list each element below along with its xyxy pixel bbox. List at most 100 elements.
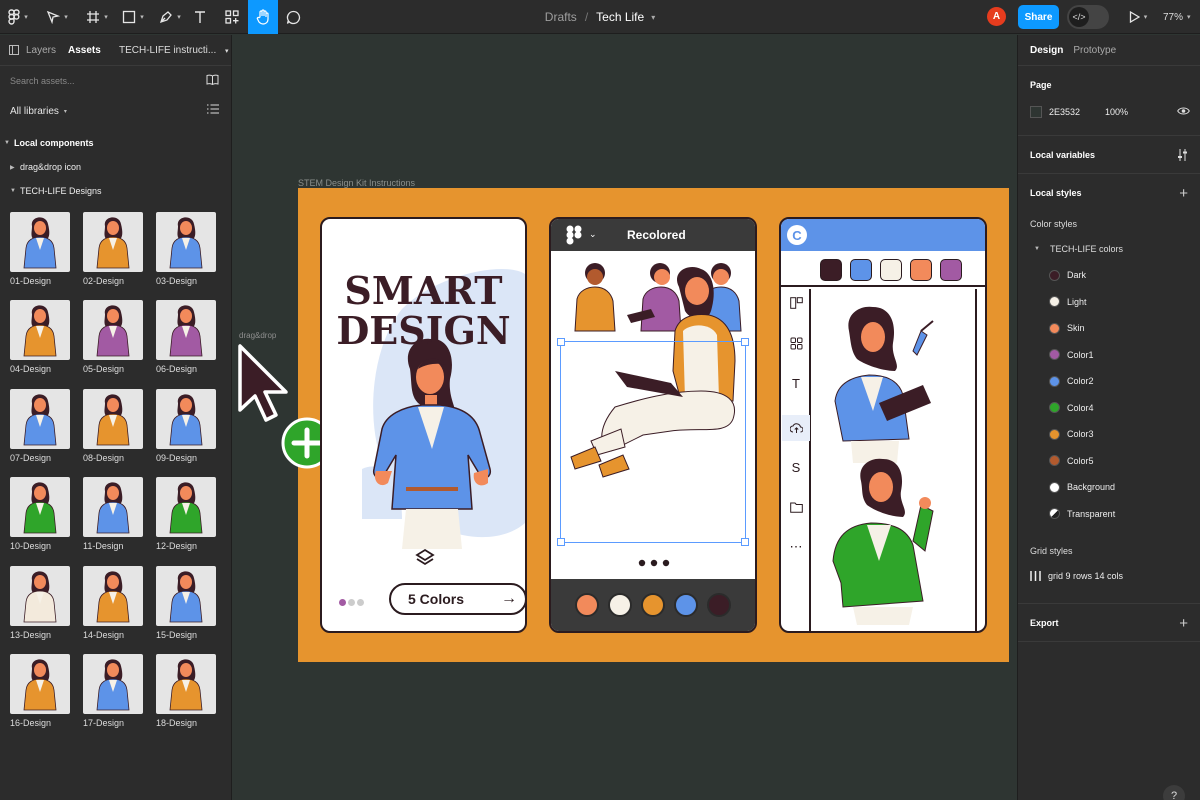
breadcrumb-drafts[interactable]: Drafts bbox=[545, 10, 577, 24]
search-assets-row: Search assets... bbox=[0, 66, 231, 96]
resources-tool[interactable] bbox=[220, 0, 244, 34]
designs-group[interactable]: ▼ TECH-LIFE Designs bbox=[0, 179, 231, 203]
add-style-icon[interactable]: + bbox=[1179, 185, 1188, 202]
palette-swatch[interactable] bbox=[910, 259, 932, 281]
folder-icon[interactable] bbox=[788, 499, 804, 515]
component-item[interactable]: 02-Design bbox=[83, 212, 143, 286]
tab-layers[interactable]: Layers bbox=[26, 45, 56, 56]
color-style-row[interactable]: Skin bbox=[1018, 315, 1200, 342]
chevron-down-icon[interactable]: ▾ bbox=[651, 13, 655, 22]
present-button[interactable]: ▾ bbox=[1124, 0, 1152, 34]
text-tool[interactable] bbox=[188, 0, 212, 34]
component-item[interactable]: 17-Design bbox=[83, 654, 143, 728]
color-style-row[interactable]: Transparent bbox=[1018, 501, 1200, 528]
move-tool[interactable]: ▾ bbox=[42, 0, 72, 34]
book-icon[interactable] bbox=[206, 74, 219, 85]
drag-drop-group[interactable]: ▶ drag&drop icon bbox=[0, 155, 231, 179]
color-style-row[interactable]: Color1 bbox=[1018, 342, 1200, 369]
color-style-row[interactable]: Light bbox=[1018, 289, 1200, 316]
component-item[interactable]: 12-Design bbox=[156, 477, 216, 551]
grid-style-row[interactable]: grid 9 rows 14 cols bbox=[1018, 563, 1200, 589]
eye-icon[interactable] bbox=[1177, 106, 1190, 116]
components-icon[interactable] bbox=[788, 335, 804, 351]
share-button[interactable]: Share bbox=[1018, 5, 1059, 29]
color-swatch[interactable] bbox=[575, 593, 599, 617]
color-style-row[interactable]: Color5 bbox=[1018, 448, 1200, 475]
component-item[interactable]: 08-Design bbox=[83, 389, 143, 463]
app-logo: C bbox=[787, 225, 807, 245]
local-styles-section: Local styles + Color styles ▼ TECH-LIFE co… bbox=[1018, 174, 1200, 604]
resize-handle[interactable] bbox=[741, 338, 749, 346]
selection-box[interactable] bbox=[557, 338, 749, 546]
upload-icon[interactable] bbox=[782, 415, 810, 441]
component-item[interactable]: 13-Design bbox=[10, 566, 70, 640]
five-colors-button[interactable]: 5 Colors → bbox=[389, 583, 525, 615]
layout-icon[interactable] bbox=[788, 295, 804, 311]
list-view-icon[interactable] bbox=[207, 104, 219, 114]
component-item[interactable]: 03-Design bbox=[156, 212, 216, 286]
frame-tool[interactable]: ▾ bbox=[82, 0, 112, 34]
component-item[interactable]: 11-Design bbox=[83, 477, 143, 551]
tab-prototype[interactable]: Prototype bbox=[1073, 45, 1116, 56]
component-item[interactable]: 07-Design bbox=[10, 389, 70, 463]
color-style-row[interactable]: Color2 bbox=[1018, 368, 1200, 395]
color-style-row[interactable]: Dark bbox=[1018, 262, 1200, 289]
palette-swatch[interactable] bbox=[880, 259, 902, 281]
color-group-row[interactable]: ▼ TECH-LIFE colors bbox=[1018, 236, 1200, 262]
shape-tool[interactable]: ▾ bbox=[118, 0, 148, 34]
local-variables-title[interactable]: Local variables bbox=[1018, 136, 1200, 174]
component-item[interactable]: 10-Design bbox=[10, 477, 70, 551]
local-components-header[interactable]: ▼ Local components bbox=[0, 131, 231, 155]
page-color-value[interactable]: 2E3532 bbox=[1049, 107, 1080, 117]
resize-handle[interactable] bbox=[741, 538, 749, 546]
color-style-row[interactable]: Background bbox=[1018, 474, 1200, 501]
avatar[interactable]: A bbox=[987, 7, 1006, 26]
library-selector[interactable]: TECH-LIFE instructi... ▾ bbox=[119, 45, 229, 56]
color-style-row[interactable]: Color4 bbox=[1018, 395, 1200, 422]
color-style-row[interactable]: Color3 bbox=[1018, 421, 1200, 448]
add-export-icon[interactable]: + bbox=[1179, 615, 1188, 632]
palette-swatch[interactable] bbox=[850, 259, 872, 281]
sidebar-toggle-icon[interactable] bbox=[9, 45, 19, 55]
tab-assets[interactable]: Assets bbox=[68, 45, 101, 56]
component-item[interactable]: 04-Design bbox=[10, 300, 70, 374]
page-opacity-value[interactable]: 100% bbox=[1105, 107, 1128, 117]
component-item[interactable]: 18-Design bbox=[156, 654, 216, 728]
hand-tool[interactable] bbox=[248, 0, 278, 34]
component-item[interactable]: 15-Design bbox=[156, 566, 216, 640]
all-libraries-row[interactable]: All libraries ▾ bbox=[0, 96, 231, 126]
palette-swatch[interactable] bbox=[820, 259, 842, 281]
search-input[interactable]: Search assets... bbox=[10, 76, 75, 86]
component-item[interactable]: 09-Design bbox=[156, 389, 216, 463]
resize-handle[interactable] bbox=[557, 338, 565, 346]
component-item[interactable]: 16-Design bbox=[10, 654, 70, 728]
help-button[interactable]: ? bbox=[1163, 785, 1185, 800]
comment-tool[interactable] bbox=[281, 0, 305, 34]
color-swatch[interactable] bbox=[641, 593, 665, 617]
resize-handle[interactable] bbox=[557, 538, 565, 546]
phone-smart-design[interactable]: SMART DESIGN 5 Colors → bbox=[320, 217, 527, 633]
phone-color-editor[interactable]: C T S ⋯ bbox=[779, 217, 987, 633]
text-icon[interactable]: T bbox=[788, 375, 804, 391]
color-swatch[interactable] bbox=[707, 593, 731, 617]
zoom-control[interactable]: 77% ▾ bbox=[1163, 0, 1191, 34]
phone-recolored[interactable]: ⌄ Recolored bbox=[549, 217, 757, 633]
palette-swatch[interactable] bbox=[940, 259, 962, 281]
color-swatch[interactable] bbox=[608, 593, 632, 617]
figma-menu-button[interactable]: ▾ bbox=[0, 0, 36, 34]
page-color-swatch[interactable] bbox=[1030, 106, 1042, 118]
component-item[interactable]: 01-Design bbox=[10, 212, 70, 286]
component-thumbnail bbox=[10, 654, 70, 714]
tab-design[interactable]: Design bbox=[1030, 45, 1063, 56]
component-item[interactable]: 06-Design bbox=[156, 300, 216, 374]
color-swatch[interactable] bbox=[674, 593, 698, 617]
pen-tool[interactable]: ▾ bbox=[155, 0, 185, 34]
more-horizontal-icon[interactable]: ⋯ bbox=[788, 539, 804, 555]
style-s-icon[interactable]: S bbox=[788, 459, 804, 475]
component-item[interactable]: 05-Design bbox=[83, 300, 143, 374]
component-item[interactable]: 14-Design bbox=[83, 566, 143, 640]
sliders-icon[interactable] bbox=[1177, 149, 1188, 161]
frame-label[interactable]: STEM Design Kit Instructions bbox=[298, 178, 415, 188]
file-name[interactable]: Tech Life bbox=[596, 10, 644, 24]
dev-mode-toggle[interactable]: </> bbox=[1067, 5, 1109, 29]
